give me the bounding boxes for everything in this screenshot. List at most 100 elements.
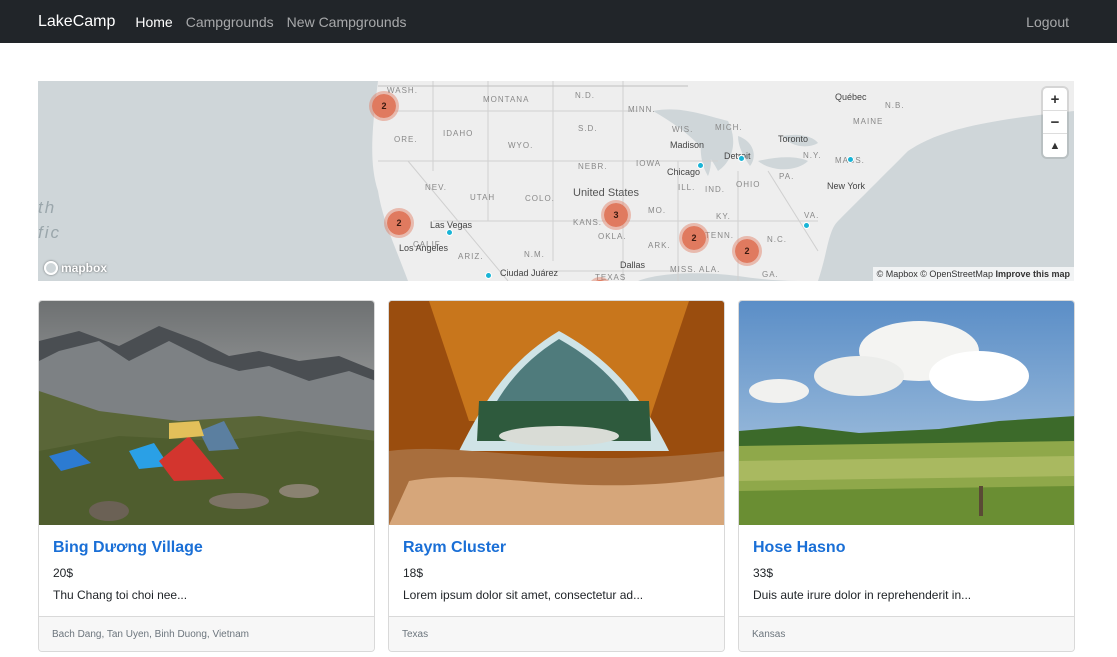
state-label: N.D. bbox=[575, 91, 595, 100]
cluster-map[interactable]: WASH. MONTANA N.D. MINN. ORE. IDAHO WYO.… bbox=[38, 81, 1074, 281]
campground-marker[interactable] bbox=[446, 229, 453, 236]
state-label: ARK. bbox=[648, 241, 671, 250]
zoom-out-button[interactable]: − bbox=[1043, 111, 1067, 134]
campground-card: Hose Hasno 33$ Duis aute irure dolor in … bbox=[738, 300, 1075, 652]
nav-new-campgrounds-link[interactable]: New Campgrounds bbox=[287, 14, 407, 30]
top-navbar: LakeCamp Home Campgrounds New Campground… bbox=[0, 0, 1117, 43]
card-title[interactable]: Hose Hasno bbox=[753, 539, 1060, 557]
brand-logo[interactable]: LakeCamp bbox=[38, 13, 115, 31]
state-label: TENN. bbox=[705, 231, 734, 240]
campground-image[interactable] bbox=[739, 301, 1074, 525]
compass-button[interactable]: ▲ bbox=[1043, 134, 1067, 157]
state-label: KANS. bbox=[573, 218, 603, 227]
state-label: MINN. bbox=[628, 105, 656, 114]
card-location: Bach Dang, Tan Uyen, Binh Duong, Vietnam bbox=[52, 628, 249, 640]
state-label: IND. bbox=[705, 185, 725, 194]
state-label: NEV. bbox=[425, 183, 447, 192]
city-label: Los Angeles bbox=[399, 243, 449, 253]
city-label: Ciudad Juárez bbox=[500, 268, 559, 278]
cluster-marker[interactable]: 3 bbox=[601, 200, 631, 230]
city-label: Chicago bbox=[667, 167, 701, 177]
state-label: ALA. bbox=[699, 265, 721, 274]
card-body: Hose Hasno 33$ Duis aute irure dolor in … bbox=[739, 525, 1074, 602]
card-footer: Texas bbox=[389, 616, 724, 651]
state-label: MO. bbox=[648, 206, 667, 215]
state-label: ARIZ. bbox=[458, 252, 484, 261]
state-label: WIS. bbox=[672, 125, 694, 134]
campground-card: Bing Dương Village 20$ Thu Chang toi cho… bbox=[38, 300, 375, 652]
prairie-photo bbox=[739, 301, 1074, 525]
campground-image[interactable] bbox=[39, 301, 374, 525]
state-label: GA. bbox=[762, 270, 779, 279]
card-location: Texas bbox=[402, 628, 429, 640]
card-description: Thu Chang toi choi nee... bbox=[53, 588, 188, 602]
mountain-camp-photo bbox=[39, 301, 374, 525]
card-description: Duis aute irure dolor in reprehenderit i… bbox=[753, 588, 972, 602]
tent-view-photo bbox=[389, 301, 724, 525]
nav-home-link[interactable]: Home bbox=[135, 14, 172, 30]
map-zoom-controls: + − ▲ bbox=[1043, 88, 1067, 157]
state-label: MONTANA bbox=[483, 95, 530, 104]
state-label: NEBR. bbox=[578, 162, 608, 171]
state-label: UTAH bbox=[470, 193, 496, 202]
campground-marker[interactable] bbox=[738, 155, 745, 162]
state-label: N.C. bbox=[767, 235, 787, 244]
cluster-marker[interactable]: 2 bbox=[679, 223, 709, 253]
state-label: PA. bbox=[779, 172, 795, 181]
state-label: ILL. bbox=[678, 183, 696, 192]
card-location: Kansas bbox=[752, 628, 786, 640]
city-label: Toronto bbox=[778, 134, 809, 144]
attribution-text[interactable]: © Mapbox © OpenStreetMap bbox=[877, 269, 993, 279]
card-body: Raym Cluster 18$ Lorem ipsum dolor sit a… bbox=[389, 525, 724, 602]
city-label: Dallas bbox=[620, 260, 646, 270]
state-label: VA. bbox=[804, 211, 820, 220]
state-label: MISS. bbox=[670, 265, 697, 274]
mapbox-logo[interactable]: mapbox bbox=[44, 261, 107, 275]
map-base bbox=[38, 81, 1074, 281]
mapbox-logo-text: mapbox bbox=[61, 261, 108, 275]
improve-map-link[interactable]: Improve this map bbox=[995, 269, 1070, 279]
card-description: Lorem ipsum dolor sit amet, consectetur … bbox=[403, 588, 644, 602]
campground-marker[interactable] bbox=[847, 156, 854, 163]
state-label: KY. bbox=[716, 212, 731, 221]
state-label: N.B. bbox=[885, 101, 905, 110]
campground-card: Raym Cluster 18$ Lorem ipsum dolor sit a… bbox=[388, 300, 725, 652]
state-label: MAINE bbox=[853, 117, 884, 126]
card-price: 18$ bbox=[403, 566, 424, 580]
mapbox-logo-icon bbox=[44, 261, 58, 275]
card-title[interactable]: Raym Cluster bbox=[403, 539, 710, 557]
map-attribution: © Mapbox © OpenStreetMap Improve this ma… bbox=[872, 267, 1074, 281]
state-label: N.Y. bbox=[803, 151, 822, 160]
campground-image[interactable] bbox=[389, 301, 724, 525]
state-label: S.D. bbox=[578, 124, 598, 133]
ocean-label: th bbox=[38, 198, 57, 217]
country-label: United States bbox=[573, 187, 640, 199]
cluster-marker[interactable]: 2 bbox=[732, 236, 762, 266]
logout-link[interactable]: Logout bbox=[1026, 14, 1069, 30]
state-label: IOWA bbox=[636, 159, 662, 168]
card-title[interactable]: Bing Dương Village bbox=[53, 539, 360, 557]
city-label: New York bbox=[827, 181, 866, 191]
state-label: MICH. bbox=[715, 123, 743, 132]
state-label: WYO. bbox=[508, 141, 534, 150]
cluster-marker[interactable]: 2 bbox=[384, 208, 414, 238]
card-price: 20$ bbox=[53, 566, 74, 580]
card-body: Bing Dương Village 20$ Thu Chang toi cho… bbox=[39, 525, 374, 602]
state-label: ORE. bbox=[394, 135, 418, 144]
card-footer: Bach Dang, Tan Uyen, Binh Duong, Vietnam bbox=[39, 616, 374, 651]
zoom-in-button[interactable]: + bbox=[1043, 88, 1067, 111]
state-label: OHIO bbox=[736, 180, 761, 189]
campground-marker[interactable] bbox=[485, 272, 492, 279]
ocean-label: fic bbox=[38, 223, 61, 242]
city-label: Québec bbox=[835, 92, 867, 102]
card-footer: Kansas bbox=[739, 616, 1074, 651]
state-label: OKLA. bbox=[598, 232, 627, 241]
card-price: 33$ bbox=[753, 566, 774, 580]
state-label: N.M. bbox=[524, 250, 545, 259]
state-label: IDAHO bbox=[443, 129, 474, 138]
campground-marker[interactable] bbox=[697, 162, 704, 169]
campground-marker[interactable] bbox=[803, 222, 810, 229]
nav-campgrounds-link[interactable]: Campgrounds bbox=[186, 14, 274, 30]
cluster-marker[interactable]: 2 bbox=[369, 91, 399, 121]
state-label: COLO. bbox=[525, 194, 555, 203]
